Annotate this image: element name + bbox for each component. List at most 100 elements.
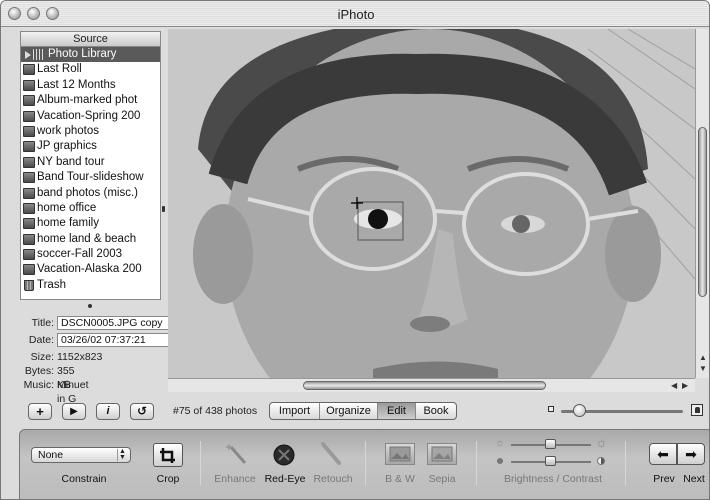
source-item-label: Photo Library bbox=[48, 48, 117, 60]
source-item-label: home land & beach bbox=[37, 232, 137, 245]
trash-icon bbox=[24, 279, 34, 291]
add-album-button[interactable]: + bbox=[28, 403, 52, 420]
source-item[interactable]: JP graphics bbox=[21, 139, 160, 154]
source-item-label: Last Roll bbox=[37, 63, 82, 76]
title-label: Title: bbox=[31, 317, 54, 329]
album-icon bbox=[23, 141, 35, 153]
bw-photo-icon bbox=[389, 446, 411, 462]
crop-button[interactable] bbox=[153, 443, 183, 467]
source-item-label: JP graphics bbox=[37, 140, 97, 153]
constrain-select[interactable]: None ▲ ▼ bbox=[31, 447, 131, 463]
disclosure-triangle-icon[interactable] bbox=[25, 51, 31, 59]
brightness-high-icon: ☼ bbox=[595, 434, 608, 450]
bytes-label: Bytes: bbox=[24, 365, 54, 377]
source-item-label: Album-marked phot bbox=[37, 94, 138, 107]
album-icon bbox=[23, 202, 35, 214]
red-eye-button[interactable] bbox=[272, 443, 296, 467]
tab-import[interactable]: Import bbox=[270, 403, 320, 419]
photo-library-icon bbox=[33, 49, 45, 60]
brightness-contrast-label: Brightness / Contrast bbox=[503, 473, 603, 485]
retouch-button[interactable] bbox=[319, 441, 345, 467]
tab-organize[interactable]: Organize bbox=[320, 403, 378, 419]
source-item[interactable]: Last 12 Months bbox=[21, 78, 160, 93]
source-item[interactable]: work photos bbox=[21, 124, 160, 139]
source-item[interactable]: Last Roll bbox=[21, 62, 160, 77]
rotate-button[interactable]: ↺ bbox=[130, 403, 154, 420]
source-item-label: NY band tour bbox=[37, 155, 105, 168]
source-item-label: Band Tour-slideshow bbox=[37, 171, 144, 184]
source-item[interactable]: home office bbox=[21, 201, 160, 216]
source-item[interactable]: Band Tour-slideshow bbox=[21, 170, 160, 185]
music-value: Minuet in G bbox=[57, 379, 89, 405]
source-item[interactable]: Trash bbox=[21, 278, 160, 293]
large-photo-icon bbox=[691, 404, 703, 416]
source-item[interactable]: Vacation-Spring 200 bbox=[21, 109, 160, 124]
scroll-right-arrow-icon[interactable]: ▶ bbox=[682, 382, 688, 390]
source-resize-handle[interactable] bbox=[88, 304, 92, 308]
scroll-left-arrow-icon[interactable]: ◀ bbox=[671, 382, 677, 390]
source-item-label: Vacation-Alaska 200 bbox=[37, 263, 142, 276]
source-item-label: band photos (misc.) bbox=[37, 186, 138, 199]
source-item-label: home family bbox=[37, 217, 99, 230]
horizontal-scroll-thumb[interactable] bbox=[303, 381, 546, 390]
contrast-slider-knob[interactable] bbox=[545, 456, 556, 466]
photo-canvas[interactable] bbox=[168, 29, 695, 378]
constrain-value: None bbox=[38, 449, 64, 461]
source-item[interactable]: Album-marked phot bbox=[21, 93, 160, 108]
source-item[interactable]: band photos (misc.) bbox=[21, 186, 160, 201]
album-icon bbox=[23, 172, 35, 184]
window-title: iPhoto bbox=[337, 7, 375, 22]
album-icon bbox=[23, 125, 35, 137]
iphoto-window: iPhoto Source Photo Library Last Roll Last… bbox=[0, 0, 710, 500]
sepia-button[interactable] bbox=[427, 443, 457, 465]
vertical-scrollbar[interactable]: ▲ ▼ bbox=[695, 29, 709, 378]
select-arrows-icon: ▲ ▼ bbox=[117, 448, 127, 461]
boy-with-glasses-photo bbox=[168, 29, 695, 378]
tab-book[interactable]: Book bbox=[416, 403, 456, 419]
toolbar-separator bbox=[625, 441, 626, 485]
title-bar: iPhoto bbox=[1, 1, 709, 27]
title-field[interactable]: DSCN0005.JPG copy bbox=[57, 316, 169, 330]
calendar-icon bbox=[23, 79, 35, 91]
source-item-label: home office bbox=[37, 201, 97, 214]
retouch-brush-icon bbox=[321, 442, 341, 465]
enhance-label: Enhance bbox=[214, 473, 256, 485]
enhance-button[interactable] bbox=[225, 441, 251, 467]
prev-button[interactable]: ⬅ bbox=[649, 443, 677, 465]
album-icon bbox=[23, 187, 35, 199]
source-item[interactable]: home family bbox=[21, 216, 160, 231]
source-item[interactable]: soccer-Fall 2003 bbox=[21, 247, 160, 262]
music-label: Music: bbox=[23, 379, 54, 391]
pane-splitter-handle[interactable] bbox=[162, 206, 165, 212]
horizontal-scrollbar[interactable]: ◀ ▶ bbox=[168, 378, 695, 392]
tab-edit[interactable]: Edit bbox=[378, 403, 416, 419]
source-column-header[interactable]: Source bbox=[20, 31, 161, 46]
source-item[interactable]: home land & beach bbox=[21, 232, 160, 247]
zoom-slider-knob[interactable] bbox=[573, 404, 587, 417]
info-button[interactable]: i bbox=[96, 403, 120, 420]
source-list: Photo Library Last Roll Last 12 Months Albu… bbox=[20, 46, 161, 300]
contrast-high-icon bbox=[597, 457, 605, 465]
source-item[interactable]: NY band tour bbox=[21, 155, 160, 170]
size-value: 1152x823 bbox=[57, 351, 103, 363]
toolbar-separator bbox=[365, 441, 366, 485]
scroll-up-arrow-icon[interactable]: ▲ bbox=[699, 354, 707, 362]
source-item-label: Vacation-Spring 200 bbox=[37, 109, 141, 122]
brightness-slider-knob[interactable] bbox=[545, 439, 556, 449]
size-label: Size: bbox=[30, 351, 54, 363]
contrast-low-icon bbox=[497, 458, 503, 464]
play-slideshow-button[interactable]: ▶ bbox=[62, 403, 86, 420]
retouch-label: Retouch bbox=[313, 473, 353, 485]
source-item[interactable]: Photo Library bbox=[21, 47, 160, 63]
brightness-low-icon: ☼ bbox=[495, 437, 506, 449]
crop-label: Crop bbox=[156, 473, 180, 485]
source-item-label: Last 12 Months bbox=[37, 78, 116, 91]
next-button[interactable]: ➡ bbox=[677, 443, 705, 465]
date-field[interactable]: 03/26/02 07:37:21 bbox=[57, 333, 169, 347]
toolbar-separator bbox=[476, 441, 477, 485]
black-and-white-button[interactable] bbox=[385, 443, 415, 465]
album-icon bbox=[23, 233, 35, 245]
vertical-scroll-thumb[interactable] bbox=[698, 127, 707, 297]
source-item[interactable]: Vacation-Alaska 200 bbox=[21, 262, 160, 277]
scroll-down-arrow-icon[interactable]: ▼ bbox=[699, 365, 707, 373]
